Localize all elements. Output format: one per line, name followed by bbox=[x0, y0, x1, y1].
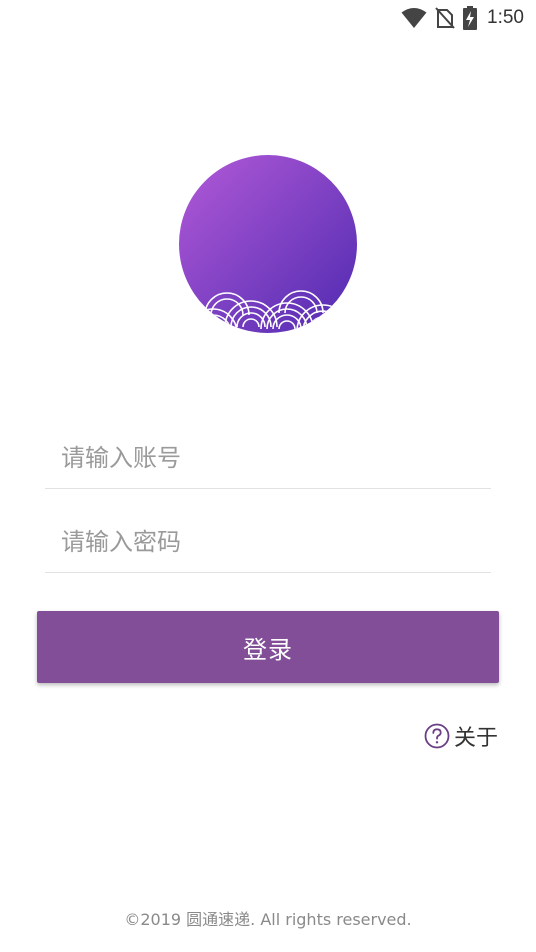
no-sim-icon bbox=[435, 7, 455, 29]
login-button[interactable]: 登录 bbox=[37, 611, 499, 683]
about-label: 关于 bbox=[453, 726, 498, 751]
password-field[interactable] bbox=[45, 512, 491, 573]
battery-charging-icon bbox=[463, 6, 478, 30]
status-icons: 1:50 bbox=[401, 6, 524, 30]
status-time: 1:50 bbox=[487, 7, 524, 28]
footer-copyright: ©2019 圆通速递. All rights reserved. bbox=[124, 910, 412, 929]
app-logo bbox=[179, 155, 357, 333]
wifi-icon bbox=[401, 7, 427, 29]
help-circle-icon bbox=[424, 723, 450, 749]
status-bar: 1:50 bbox=[0, 0, 536, 36]
account-field[interactable] bbox=[45, 428, 491, 489]
password-input[interactable] bbox=[45, 512, 491, 572]
about-link[interactable]: 关于 bbox=[424, 722, 498, 751]
account-input[interactable] bbox=[45, 428, 491, 488]
